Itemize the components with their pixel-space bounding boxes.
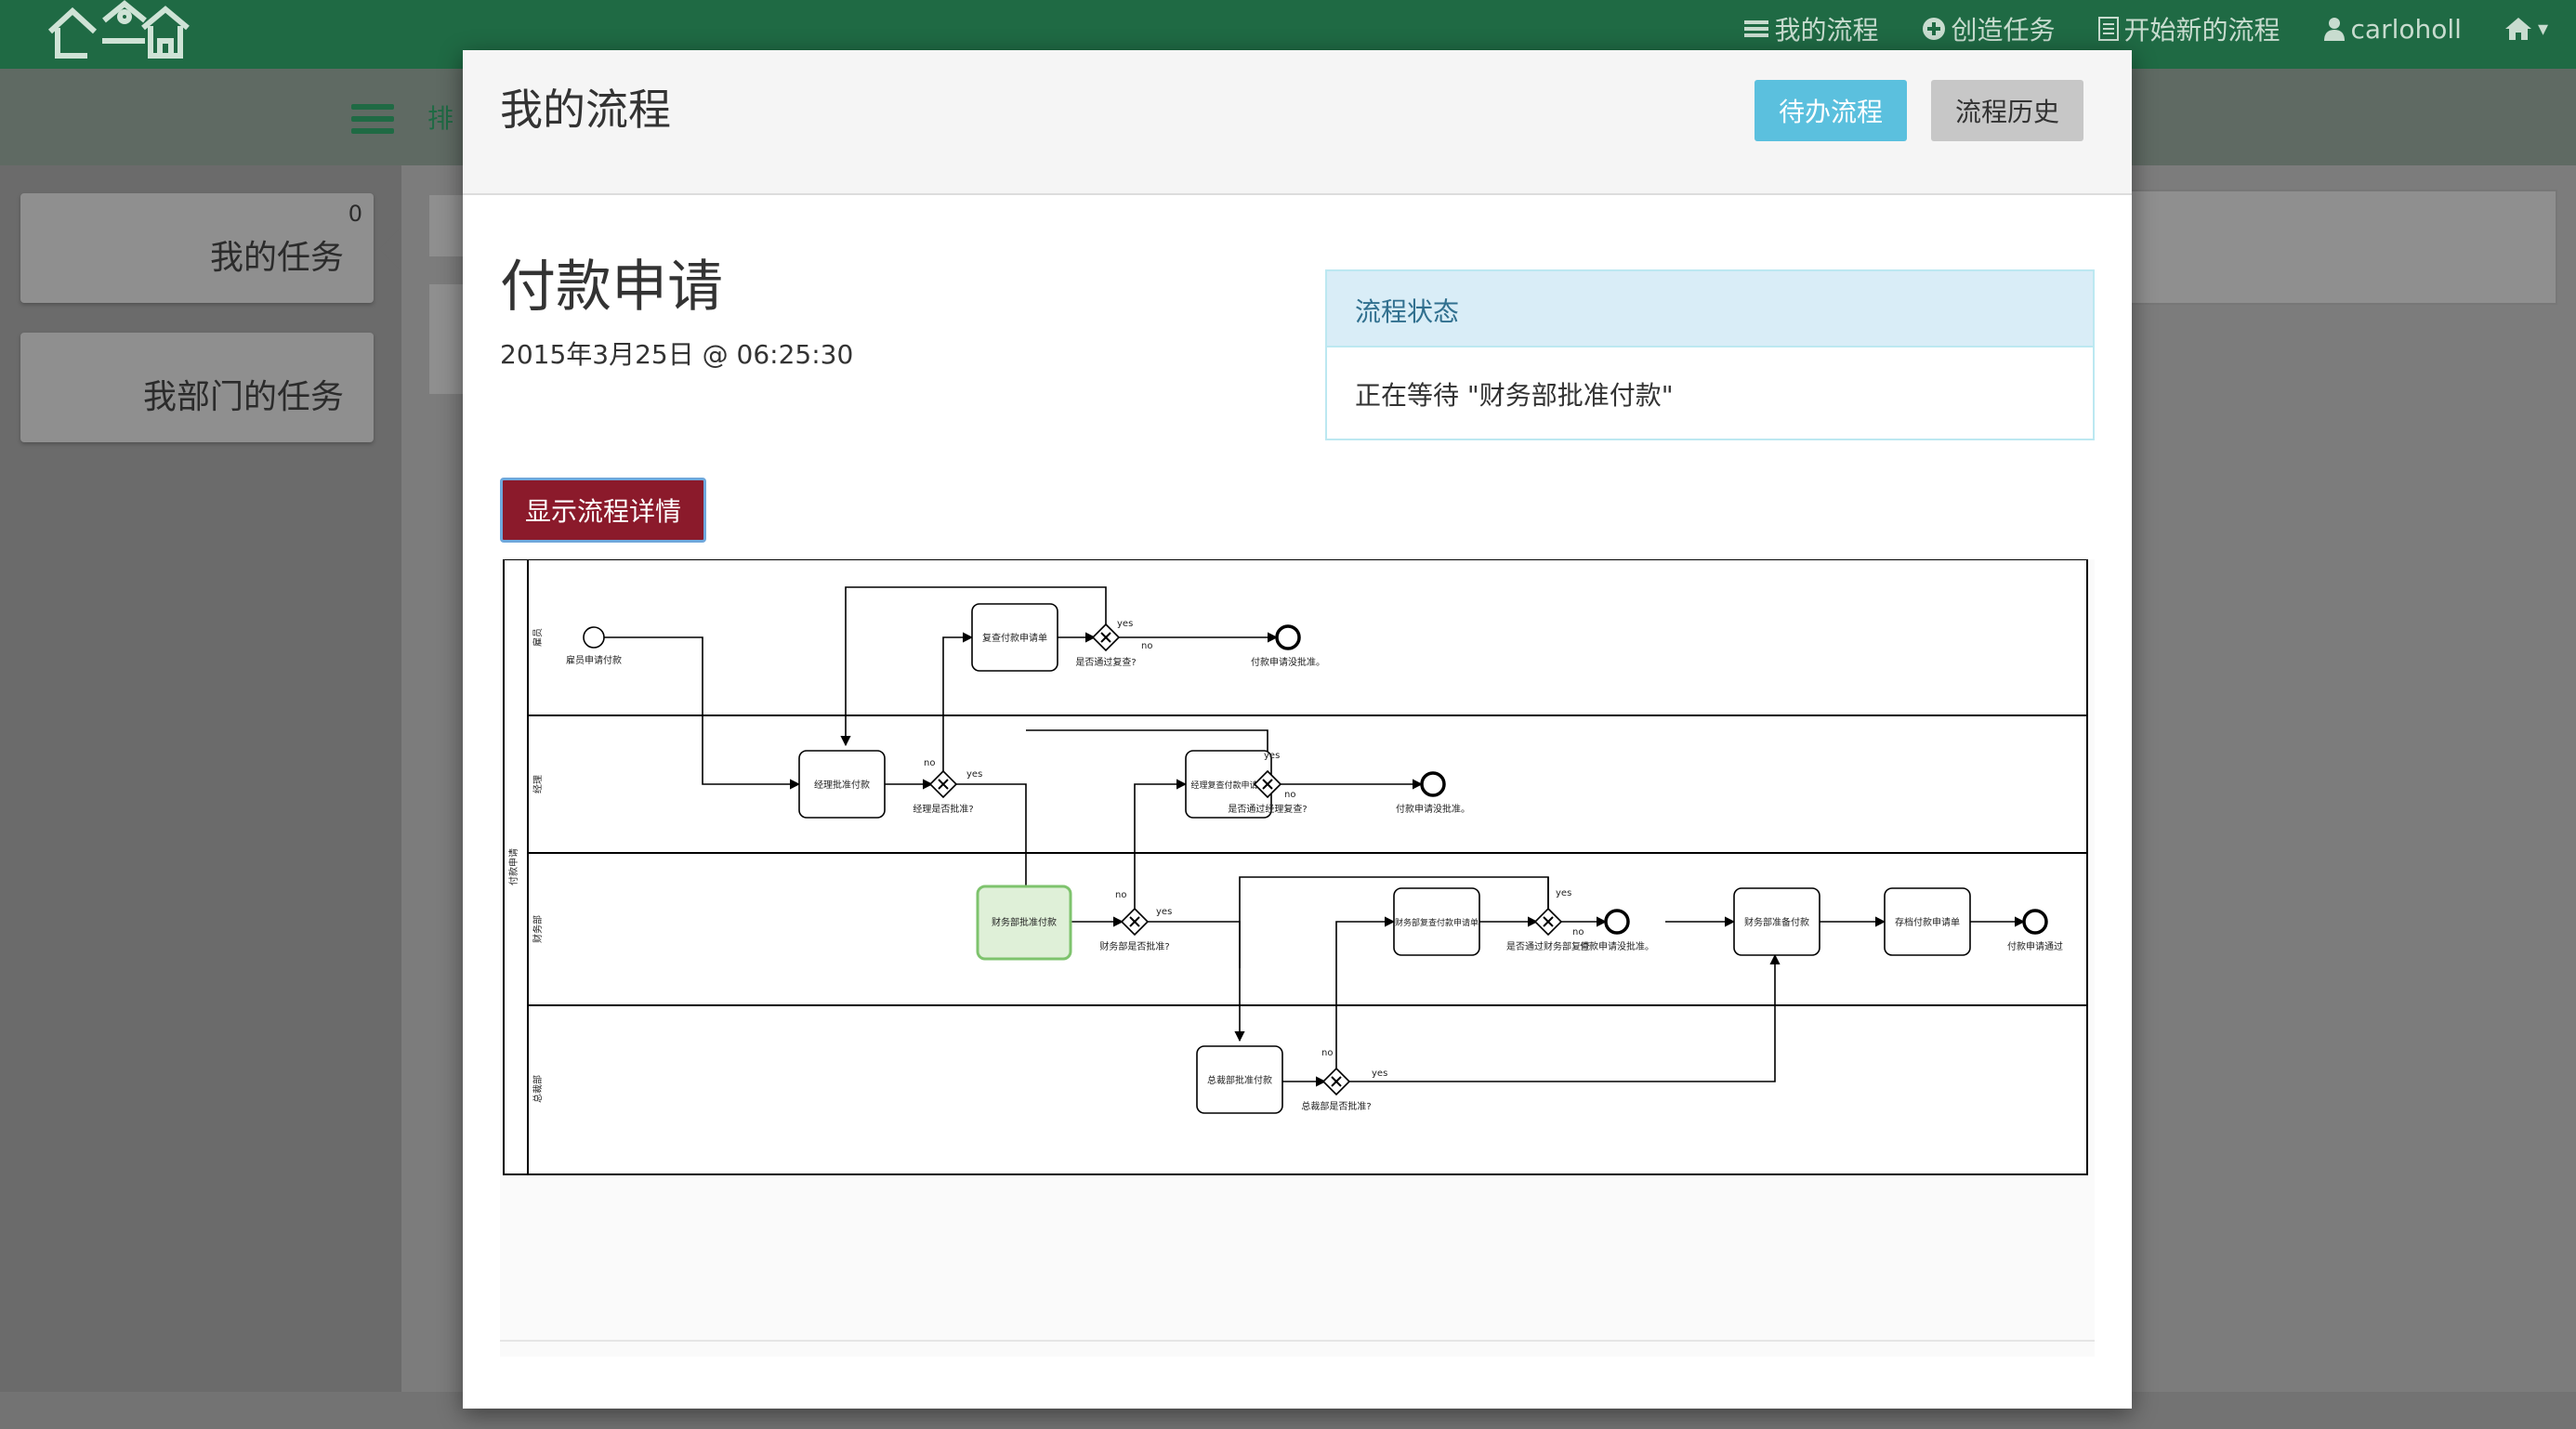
modal-divider [500,1340,2095,1342]
lane-label: 总裁部 [532,1075,544,1103]
lane-label: 财务部 [532,915,544,943]
show-process-detail-button[interactable]: 显示流程详情 [500,478,706,543]
nav-my-process-label: 我的流程 [1774,15,1879,46]
flow-label: yes [1117,619,1133,629]
task-label: 复查付款申请单 [982,632,1047,644]
process-date: 2015年3月25日 @ 06:25:30 [500,339,854,370]
task-label: 存档付款申请单 [1895,916,1960,928]
status-heading: 流程状态 [1327,271,2093,347]
gateway-label: 经理是否批准? [913,803,973,815]
modal-header: 我的流程 待办流程 流程历史 [463,50,2132,195]
bpmn-diagram: 付款申请 雇员 经理 财务部 总裁部 雇员申请付款 付款申请没批准。 付款申请没… [503,559,2088,1175]
flow-label: no [924,758,935,768]
process-title: 付款申请 [500,255,723,320]
nav-user[interactable]: carloholl [2323,14,2462,45]
list-icon [1744,20,1769,37]
nav-start-process-label: 开始新的流程 [2123,15,2280,46]
start-event [583,626,605,649]
flow-label: no [1115,890,1126,900]
task-label: 财务部准备付款 [1744,916,1809,928]
status-panel: 流程状态 正在等待 "财务部批准付款" [1325,269,2095,440]
nav-user-label: carloholl [2350,13,2462,45]
logo-icon[interactable] [45,0,193,61]
sidebar-item-label: 我的任务 [209,239,344,277]
gateway-label: 是否通过经理复查? [1228,803,1307,815]
sidebar-active-caret [379,229,400,269]
end-event-label: 付款申请没批准。 [1396,803,1470,815]
subbar-label: 排 [427,103,454,134]
sidebar: 0 我的任务 我部门的任务 [0,165,401,1392]
task-label: 总裁部批准付款 [1207,1074,1272,1086]
flow-label: no [1321,1048,1333,1058]
lane-label: 经理 [532,775,544,793]
task-count-badge: 0 [348,201,362,227]
gateway-label: 总裁部是否批准? [1301,1100,1371,1112]
bpmn-diagram-container: 付款申请 雇员 经理 财务部 总裁部 雇员申请付款 付款申请没批准。 付款申请没… [500,559,2095,1357]
sidebar-item-dept-tasks[interactable]: 我部门的任务 [20,333,374,442]
end-event-label: 付款申请没批准。 [1580,940,1654,952]
nav-create-task[interactable]: 创造任务 [1922,10,2056,47]
flow-label: no [1572,927,1584,937]
flow-label: no [1141,641,1152,651]
gateway-label: 是否通过复查? [1075,656,1136,668]
background-panel [429,195,463,256]
gateway-label: 财务部是否批准? [1099,940,1169,952]
gateway-label: 是否通过财务部复查 [1506,940,1590,952]
end-event [1275,624,1301,650]
task-label: 经理批准付款 [814,779,870,791]
task-label: 财务部复查付款申请单 [1395,917,1479,928]
sidebar-item-my-tasks[interactable]: 0 我的任务 [20,193,374,303]
flow-label: yes [966,769,982,780]
nav-home-menu[interactable]: ▾ [2504,17,2548,41]
flow-label: yes [1556,888,1571,898]
menu-toggle-icon[interactable] [351,104,394,136]
end-event [2022,909,2048,935]
modal-title: 我的流程 [500,85,671,135]
process-modal: 我的流程 待办流程 流程历史 付款申请 2015年3月25日 @ 06:25:3… [463,50,2132,1409]
flow-label: yes [1372,1068,1387,1079]
end-event-label: 付款申请通过 [2007,940,2063,952]
background-panel [2128,190,2557,305]
flow-label: yes [1264,751,1280,761]
flow-label: yes [1156,907,1172,917]
sidebar-item-label: 我部门的任务 [142,378,344,416]
user-icon [2323,18,2345,41]
start-event-label: 雇员申请付款 [566,654,622,666]
nav-create-task-label: 创造任务 [1951,15,2056,46]
process-history-button[interactable]: 流程历史 [1931,80,2083,141]
todo-process-button[interactable]: 待办流程 [1755,80,1907,141]
nav-my-process[interactable]: 我的流程 [1744,10,1879,47]
pool-label: 付款申请 [507,848,519,885]
end-event-label: 付款申请没批准。 [1251,656,1325,668]
chevron-down-icon: ▾ [2537,17,2548,41]
document-icon [2097,17,2119,41]
nav-start-process[interactable]: 开始新的流程 [2097,10,2280,47]
home-icon [2504,18,2531,40]
flow-label: no [1284,790,1295,800]
end-event [1420,771,1446,797]
end-event [1604,909,1630,935]
background-panel [429,284,463,394]
task-label: 财务部批准付款 [992,916,1057,928]
plus-circle-icon [1922,18,1945,40]
status-text: 正在等待 "财务部批准付款" [1355,380,1674,411]
lane-label: 雇员 [532,628,544,647]
